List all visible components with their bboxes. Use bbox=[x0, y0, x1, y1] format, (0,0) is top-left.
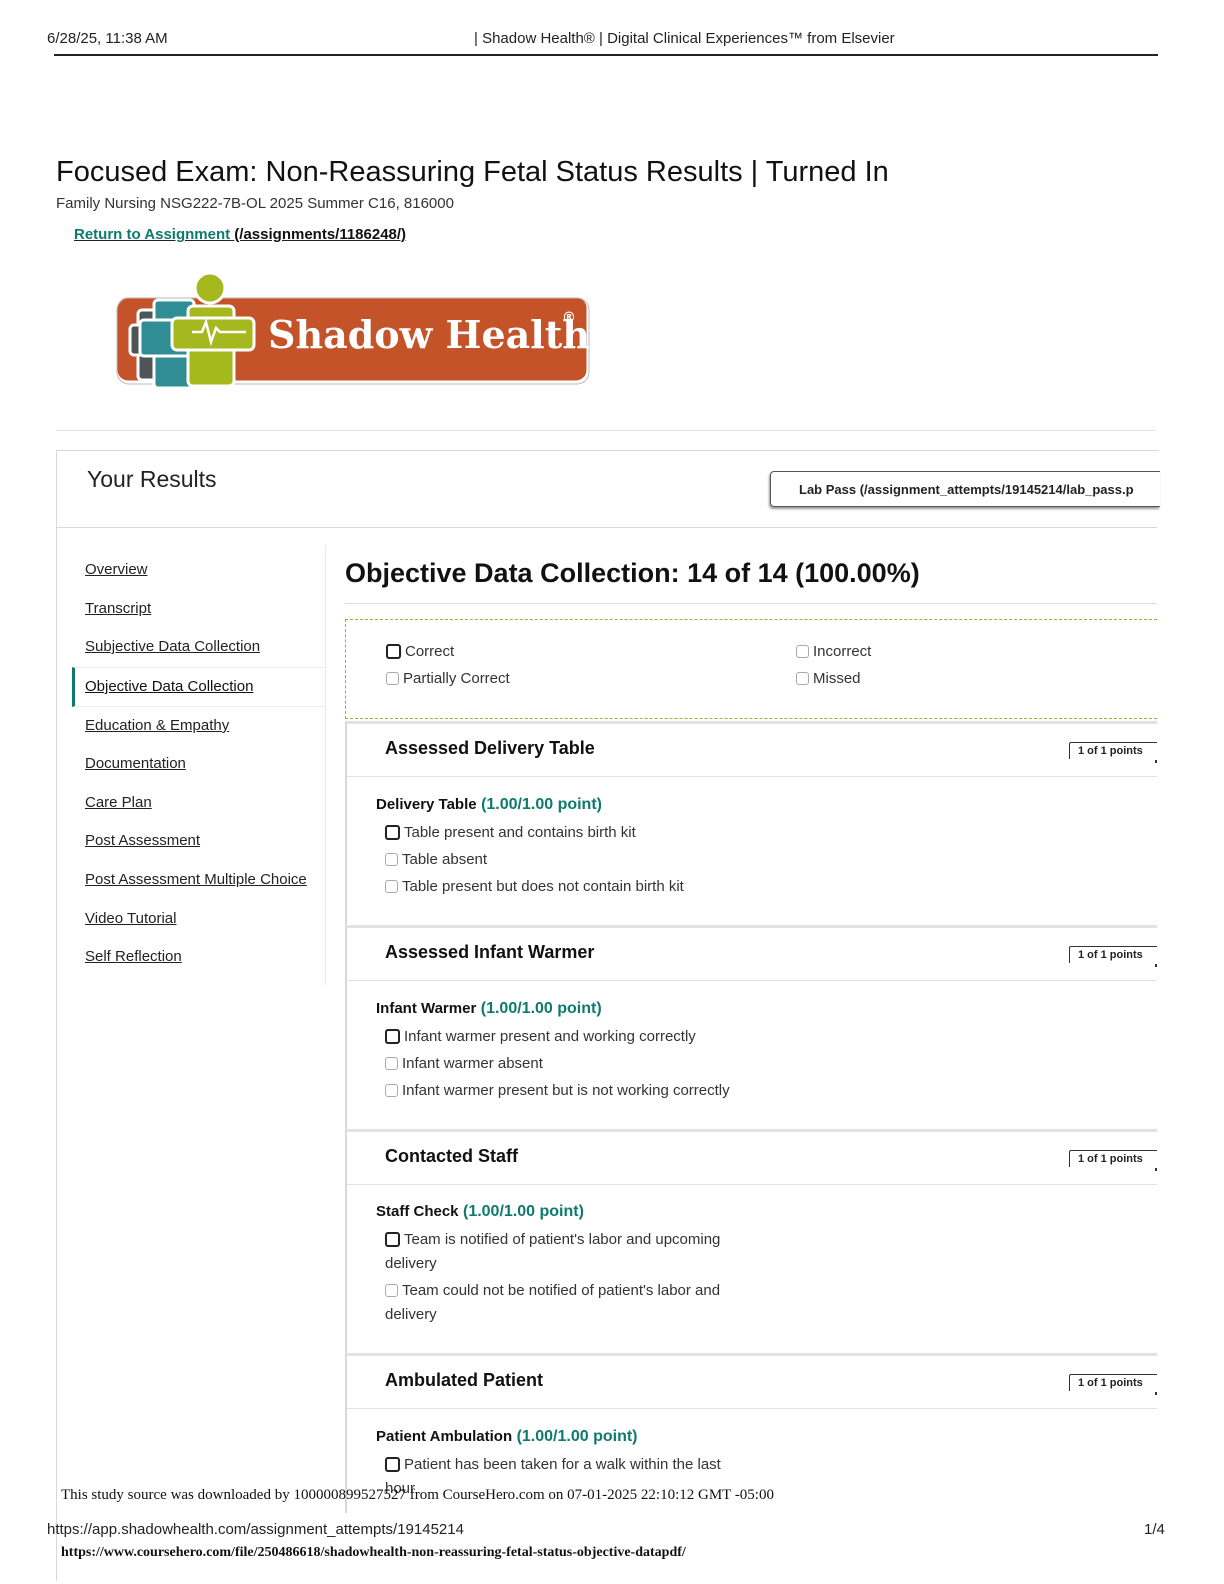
print-footer-url: https://app.shadowhealth.com/assignment_… bbox=[47, 1521, 464, 1538]
header-divider bbox=[54, 54, 1158, 56]
result-card: Contacted Staff 1 of 1 points Staff Chec… bbox=[345, 1129, 1157, 1355]
sidebar-item-post-assessment-mc[interactable]: Post Assessment Multiple Choice bbox=[85, 871, 307, 888]
checkbox-icon bbox=[385, 1084, 398, 1097]
card-title: Assessed Infant Warmer bbox=[385, 942, 595, 962]
return-link-text[interactable]: Return to Assignment bbox=[74, 226, 230, 243]
legend-incorrect: Incorrect bbox=[796, 643, 871, 660]
section-title: Objective Data Collection: 14 of 14 (100… bbox=[345, 558, 920, 588]
checkbox-checked-icon bbox=[385, 825, 400, 840]
question-label: Patient Ambulation (1.00/1.00 point) bbox=[376, 1428, 638, 1445]
svg-text:®: ® bbox=[562, 310, 576, 326]
results-divider bbox=[57, 527, 1157, 528]
results-heading: Your Results bbox=[87, 466, 217, 492]
course-subtitle: Family Nursing NSG222-7B-OL 2025 Summer … bbox=[56, 195, 454, 212]
card-header: Assessed Infant Warmer 1 of 1 points bbox=[347, 928, 1157, 981]
sidebar-item-overview[interactable]: Overview bbox=[85, 561, 148, 578]
card-title: Ambulated Patient bbox=[385, 1370, 544, 1390]
option-item: Team is notified of patient's labor and … bbox=[385, 1228, 720, 1252]
card-header: Contacted Staff 1 of 1 points bbox=[347, 1132, 1157, 1185]
checkbox-icon bbox=[385, 880, 398, 893]
card-header: Assessed Delivery Table 1 of 1 points bbox=[347, 724, 1157, 777]
points-badge: 1 of 1 points bbox=[1069, 1150, 1157, 1171]
sidebar-item-subjective-data[interactable]: Subjective Data Collection bbox=[85, 638, 260, 655]
sidebar-item-post-assessment[interactable]: Post Assessment bbox=[85, 832, 200, 849]
svg-text:Shadow Health: Shadow Health bbox=[268, 312, 590, 357]
lab-pass-button[interactable]: Lab Pass (/assignment_attempts/19145214/… bbox=[770, 471, 1160, 507]
sidebar-item-objective-data[interactable]: Objective Data Collection bbox=[85, 678, 253, 695]
return-link-url[interactable]: (/assignments/1186248/) bbox=[234, 226, 406, 243]
question-label: Infant Warmer (1.00/1.00 point) bbox=[376, 1000, 602, 1017]
sidebar-item-transcript[interactable]: Transcript bbox=[85, 600, 151, 617]
option-item: Patient has been taken for a walk within… bbox=[385, 1453, 721, 1477]
shadow-health-logo: Shadow Health ® bbox=[114, 271, 590, 390]
coursehero-url: https://www.coursehero.com/file/25048661… bbox=[61, 1545, 686, 1560]
checkbox-icon bbox=[385, 853, 398, 866]
question-label: Staff Check (1.00/1.00 point) bbox=[376, 1203, 584, 1220]
result-card: Assessed Delivery Table 1 of 1 points De… bbox=[345, 721, 1157, 926]
card-header: Ambulated Patient 1 of 1 points bbox=[347, 1356, 1157, 1409]
checkbox-checked-icon bbox=[385, 1457, 400, 1472]
question-score: (1.00/1.00 point) bbox=[462, 1203, 584, 1220]
option-item: Infant warmer present and working correc… bbox=[385, 1025, 696, 1049]
option-item-continuation: delivery bbox=[385, 1306, 437, 1323]
sidebar-item-documentation[interactable]: Documentation bbox=[85, 755, 186, 772]
sidebar-item-education-empathy[interactable]: Education & Empathy bbox=[85, 717, 229, 734]
option-item: Team could not be notified of patient's … bbox=[385, 1279, 720, 1303]
print-page-title: | Shadow Health® | Digital Clinical Expe… bbox=[474, 30, 895, 47]
return-to-assignment-link[interactable]: Return to Assignment (/assignments/11862… bbox=[74, 226, 406, 243]
points-badge: 1 of 1 points bbox=[1069, 742, 1157, 763]
print-datetime: 6/28/25, 11:38 AM bbox=[47, 30, 168, 47]
legend-missed: Missed bbox=[796, 670, 861, 687]
sidebar-item-care-plan[interactable]: Care Plan bbox=[85, 794, 152, 811]
question-score: (1.00/1.00 point) bbox=[480, 1000, 602, 1017]
option-item: Table present but does not contain birth… bbox=[385, 875, 684, 899]
result-card: Assessed Infant Warmer 1 of 1 points Inf… bbox=[345, 925, 1157, 1130]
checkbox-missed-icon bbox=[796, 672, 809, 685]
question-label: Delivery Table (1.00/1.00 point) bbox=[376, 796, 602, 813]
question-score: (1.00/1.00 point) bbox=[516, 1428, 638, 1445]
checkbox-icon bbox=[385, 1057, 398, 1070]
section-divider bbox=[56, 430, 1156, 431]
checkbox-incorrect-icon bbox=[796, 645, 809, 658]
question-score: (1.00/1.00 point) bbox=[481, 796, 602, 813]
legend-partially-correct: Partially Correct bbox=[386, 670, 510, 687]
checkbox-correct-icon bbox=[386, 644, 401, 659]
checkbox-partial-icon bbox=[386, 672, 399, 685]
checkbox-checked-icon bbox=[385, 1232, 400, 1247]
checkbox-icon bbox=[385, 1284, 398, 1297]
option-item: Infant warmer absent bbox=[385, 1052, 543, 1076]
option-item-continuation: delivery bbox=[385, 1255, 437, 1272]
sidebar-item-self-reflection[interactable]: Self Reflection bbox=[85, 948, 182, 965]
section-title-divider bbox=[345, 603, 1157, 604]
option-item: Table absent bbox=[385, 848, 487, 872]
legend-correct: Correct bbox=[386, 643, 454, 660]
card-title: Contacted Staff bbox=[385, 1146, 519, 1166]
page-number: 1/4 bbox=[1144, 1521, 1165, 1538]
sidebar-divider bbox=[325, 545, 326, 985]
card-title: Assessed Delivery Table bbox=[385, 738, 595, 758]
page-title: Focused Exam: Non-Reassuring Fetal Statu… bbox=[56, 156, 889, 188]
points-badge: 1 of 1 points bbox=[1069, 946, 1157, 967]
checkbox-checked-icon bbox=[385, 1029, 400, 1044]
legend-panel bbox=[345, 619, 1157, 719]
option-item: Table present and contains birth kit bbox=[385, 821, 636, 845]
points-badge: 1 of 1 points bbox=[1069, 1374, 1157, 1395]
study-source-notice: This study source was downloaded by 1000… bbox=[61, 1487, 774, 1503]
sidebar-item-video-tutorial[interactable]: Video Tutorial bbox=[85, 910, 176, 927]
option-item: Infant warmer present but is not working… bbox=[385, 1079, 730, 1103]
